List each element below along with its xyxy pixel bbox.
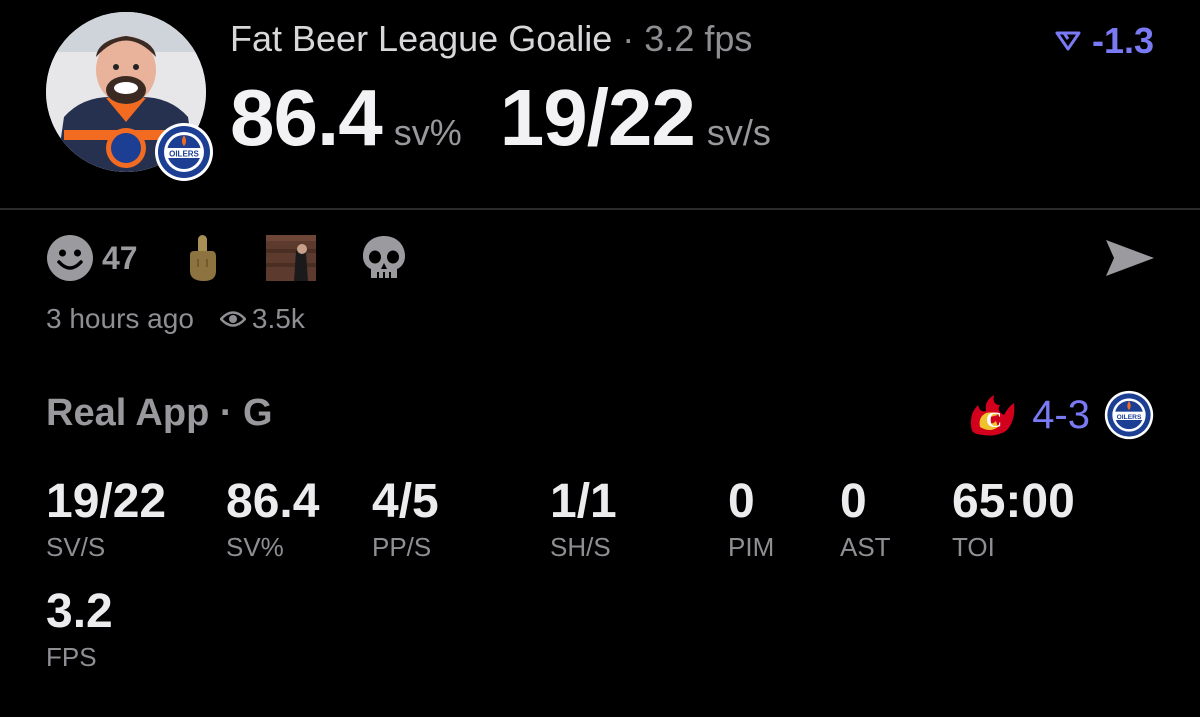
section-divider [0,208,1200,210]
stat-label: AST [840,532,891,562]
stat-label: SV% [226,532,284,562]
gif-reaction[interactable] [265,235,316,281]
stat-value: 4/5 [372,475,439,528]
svg-text:OILERS: OILERS [169,150,199,159]
reaction-gif-thumbnail [265,235,316,281]
stat-pp-s: 4/5 PP/S [372,478,439,563]
stat-label: FPS [46,642,97,672]
stat-sv-pct: 86.4 SV% [226,478,319,563]
smile-reaction[interactable]: 47 [46,234,138,282]
stat-value: 0 [728,475,755,528]
post-meta: 3 hours ago 3.5k [46,303,305,335]
game-score[interactable]: C 4-3 OILERS [966,390,1154,440]
stat-label: PIM [728,532,775,562]
player-name[interactable]: Fat Beer League Goalie · 3.2 fps [230,18,752,60]
stat-pim: 0 PIM [728,478,774,563]
player-name-text[interactable]: Fat Beer League Goalie [230,18,612,59]
share-button[interactable] [1104,236,1156,285]
view-count: 3.5k [219,303,305,335]
save-percentage-unit: sv% [393,112,462,153]
game-title[interactable]: Real App · G [46,392,273,435]
score-value: 4-3 [1032,392,1090,437]
stat-ast: 0 AST [840,478,891,563]
middle-finger-icon [189,235,216,281]
calgary-flames-logo-icon: C [971,395,1015,436]
rating-delta-value: -1.3 [1091,20,1154,61]
stat-value: 0 [840,475,867,528]
rating-delta[interactable]: -1.3 [1054,20,1154,62]
name-separator: · [622,18,635,59]
view-count-value: 3.5k [251,303,305,334]
oilers-logo-icon: OILERS [154,122,214,182]
send-arrow-icon [1106,240,1154,276]
eye-icon [219,311,246,327]
edmonton-oilers-logo-icon: OILERS [1104,390,1154,440]
stat-sh-s: 1/1 SH/S [550,478,617,563]
skull-icon [362,236,405,278]
stat-value: 3.2 [46,585,113,638]
stat-fps: 3.2 FPS [46,588,113,673]
svg-text:C: C [986,407,1002,432]
svg-text:OILERS: OILERS [1117,414,1142,421]
player-fps: 3.2 fps [644,18,753,59]
stat-value: 1/1 [550,475,617,528]
stat-value: 19/22 [46,475,167,528]
stat-label: TOI [952,532,995,562]
skull-reaction[interactable] [360,234,408,282]
stat-value: 65:00 [952,475,1075,528]
reaction-bar: 47 [46,230,452,286]
downvote-arrow-icon [1055,31,1081,51]
save-percentage-value: 86.4 [230,73,383,162]
headline-stats: 86.4 sv% 19/22 sv/s [230,72,809,164]
stat-toi: 65:00 TOI [952,478,1075,563]
stat-label: PP/S [372,532,432,562]
saves-shots-value: 19/22 [499,73,696,162]
stat-label: SH/S [550,532,611,562]
finger-reaction[interactable] [182,233,222,283]
smiley-face-icon [47,235,93,281]
post-time: 3 hours ago [46,303,194,334]
saves-shots-unit: sv/s [706,112,771,153]
stat-label: SV/S [46,532,106,562]
stat-value: 86.4 [226,475,320,528]
stat-sv-s: 19/22 SV/S [46,478,166,563]
smile-reaction-count: 47 [102,239,138,276]
player-header: OILERS Fat Beer League Goalie · 3.2 fps … [0,0,1200,208]
